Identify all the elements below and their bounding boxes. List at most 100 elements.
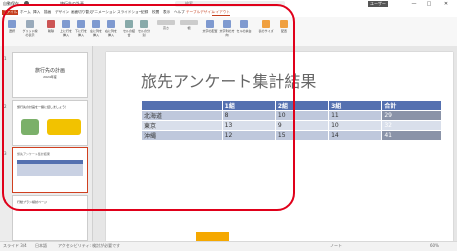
table-header-cell[interactable]: 2組 xyxy=(274,100,330,111)
tab-transitions[interactable]: 画面切り替え xyxy=(71,10,93,15)
table-cell-total[interactable]: 32 xyxy=(381,120,442,131)
accessibility-status[interactable]: アクセシビリティ: 検討が必要です xyxy=(58,243,120,249)
split-cells-button[interactable]: セルの分割 xyxy=(137,20,151,42)
tab-design[interactable]: デザイン xyxy=(55,10,69,15)
thumb-number: 3 xyxy=(4,151,7,156)
slide-count: スライド 3/4 xyxy=(3,243,27,248)
tab-animations[interactable]: アニメーション xyxy=(91,10,116,15)
ribbon-tabs: ファイル ホーム 挿入 描画 デザイン 画面切り替え アニメーション スライドシ… xyxy=(0,9,457,17)
data-table[interactable]: 1組 2組 3組 合計 北海道 8 10 11 29 東京 13 9 10 32… xyxy=(141,100,442,141)
table-cell[interactable]: 11 xyxy=(328,110,383,121)
tab-table-design[interactable]: テーブルデザイン xyxy=(186,10,215,15)
tab-review[interactable]: 校閲 xyxy=(152,10,159,15)
table-cell[interactable]: 北海道 xyxy=(141,110,223,121)
width-input[interactable] xyxy=(180,20,198,25)
gridlines-icon xyxy=(26,20,34,28)
select-icon xyxy=(8,20,16,28)
text-direction-icon xyxy=(223,20,231,28)
slide-canvas[interactable]: 旅先アンケート集計結果 1組 2組 3組 合計 北海道 8 10 11 29 東… xyxy=(106,52,453,241)
insert-left-icon xyxy=(92,20,100,28)
height-field[interactable]: 高さ xyxy=(155,20,177,42)
tab-draw[interactable]: 描画 xyxy=(44,10,51,15)
thumb-number: 4 xyxy=(4,199,7,204)
title-bar: 自動保存 旅行先の計画 検索 ユーザー — □ ✕ xyxy=(0,0,457,9)
autosave-label[interactable]: 自動保存 xyxy=(3,1,19,7)
thumb-title: 旅先アンケート集計結果 xyxy=(17,152,50,156)
user-badge[interactable]: ユーザー xyxy=(368,1,388,7)
table-cell-total[interactable]: 29 xyxy=(381,110,442,121)
language-indicator[interactable]: 日本語 xyxy=(35,243,47,249)
table-row: 北海道 8 10 11 29 xyxy=(141,110,442,121)
delete-icon xyxy=(47,20,55,28)
table-cell[interactable]: 12 xyxy=(221,130,276,141)
table-header-cell[interactable] xyxy=(141,100,223,111)
autosave-toggle-icon[interactable] xyxy=(24,1,29,6)
table-cell[interactable]: 15 xyxy=(274,130,330,141)
split-icon xyxy=(140,20,148,28)
align-icon xyxy=(206,20,214,28)
merge-cells-button[interactable]: セルの結合 xyxy=(122,20,136,42)
tab-home[interactable]: ホーム xyxy=(20,10,31,15)
thumbnail-slide-1[interactable]: 旅行先の計画 2024年度 xyxy=(12,52,88,98)
table-header-row: 1組 2組 3組 合計 xyxy=(141,100,442,111)
table-size-icon xyxy=(262,20,270,28)
thumbnail-slide-2[interactable]: 旅行先の計画を一緒に話しましょう！ xyxy=(12,100,88,146)
cell-margins-button[interactable]: セルの余白 xyxy=(236,20,252,42)
table-cell[interactable]: 東京 xyxy=(141,120,223,131)
insert-below-button[interactable]: 下に行を挿入 xyxy=(74,20,88,42)
thumb-number: 2 xyxy=(4,104,7,109)
tab-layout[interactable]: レイアウト xyxy=(212,10,230,16)
insert-above-icon xyxy=(62,20,70,28)
tab-file[interactable]: ファイル xyxy=(2,10,19,15)
text-align-button[interactable]: 文字の配置 xyxy=(202,20,218,42)
table-cell[interactable]: 10 xyxy=(328,120,383,131)
gridlines-button[interactable]: グリッド線の表示 xyxy=(22,20,38,42)
width-field[interactable]: 幅 xyxy=(178,20,200,42)
select-button[interactable]: 選択 xyxy=(4,20,20,42)
notes-button[interactable]: ノート xyxy=(330,243,342,249)
luggage-illustration-icon xyxy=(21,119,39,135)
arrange-button[interactable]: 配置 xyxy=(276,20,292,42)
thumb-number: 1 xyxy=(4,56,7,61)
insert-left-button[interactable]: 左に列を挿入 xyxy=(89,20,103,42)
text-direction-button[interactable]: 文字列の方向 xyxy=(219,20,235,42)
zoom-level[interactable]: 60% xyxy=(430,243,439,248)
thumb-subtitle: 2024年度 xyxy=(43,75,57,79)
table-cell[interactable]: 沖縄 xyxy=(141,130,223,141)
tab-help[interactable]: ヘルプ xyxy=(174,10,185,15)
bus-illustration-icon xyxy=(47,119,81,135)
ribbon: 選択 グリッド線の表示 削除 上に行を挿入 下に行を挿入 左に列を挿入 右に列を… xyxy=(0,17,457,47)
insert-below-icon xyxy=(77,20,85,28)
tab-slideshow[interactable]: スライドショー xyxy=(117,10,142,15)
tab-insert[interactable]: 挿入 xyxy=(33,10,40,15)
table-cell[interactable]: 13 xyxy=(221,120,276,131)
table-cell-total[interactable]: 41 xyxy=(381,130,442,141)
minimize-button[interactable]: — xyxy=(410,1,418,7)
insert-right-icon xyxy=(107,20,115,28)
insert-above-button[interactable]: 上に行を挿入 xyxy=(59,20,73,42)
table-row: 東京 13 9 10 32 xyxy=(141,120,442,131)
merge-icon xyxy=(125,20,133,28)
thumbnail-slide-4[interactable]: 行動プラン検討ページ xyxy=(12,195,88,241)
maximize-button[interactable]: □ xyxy=(425,1,433,7)
table-cell[interactable]: 14 xyxy=(328,130,383,141)
table-header-cell[interactable]: 合計 xyxy=(381,100,442,111)
table-cell[interactable]: 8 xyxy=(221,110,276,121)
arrange-icon xyxy=(280,20,288,28)
tab-view[interactable]: 表示 xyxy=(163,10,170,15)
table-cell[interactable]: 10 xyxy=(274,110,330,121)
search-input[interactable]: 検索 xyxy=(175,1,285,7)
table-cell[interactable]: 9 xyxy=(274,120,330,131)
slide-title[interactable]: 旅先アンケート集計結果 xyxy=(141,68,316,92)
insert-right-button[interactable]: 右に列を挿入 xyxy=(104,20,118,42)
table-header-cell[interactable]: 3組 xyxy=(328,100,383,111)
table-header-cell[interactable]: 1組 xyxy=(221,100,276,111)
delete-button[interactable]: 削除 xyxy=(44,20,58,42)
margins-icon xyxy=(240,20,248,28)
close-button[interactable]: ✕ xyxy=(442,1,450,7)
tab-record[interactable]: 記録 xyxy=(141,10,148,15)
height-input[interactable] xyxy=(157,20,175,25)
table-size-button[interactable]: 表のサイズ xyxy=(258,20,274,42)
thumbnail-slide-3[interactable]: 旅先アンケート集計結果 xyxy=(12,147,88,193)
thumb-title: 行動プラン検討ページ xyxy=(17,200,47,204)
